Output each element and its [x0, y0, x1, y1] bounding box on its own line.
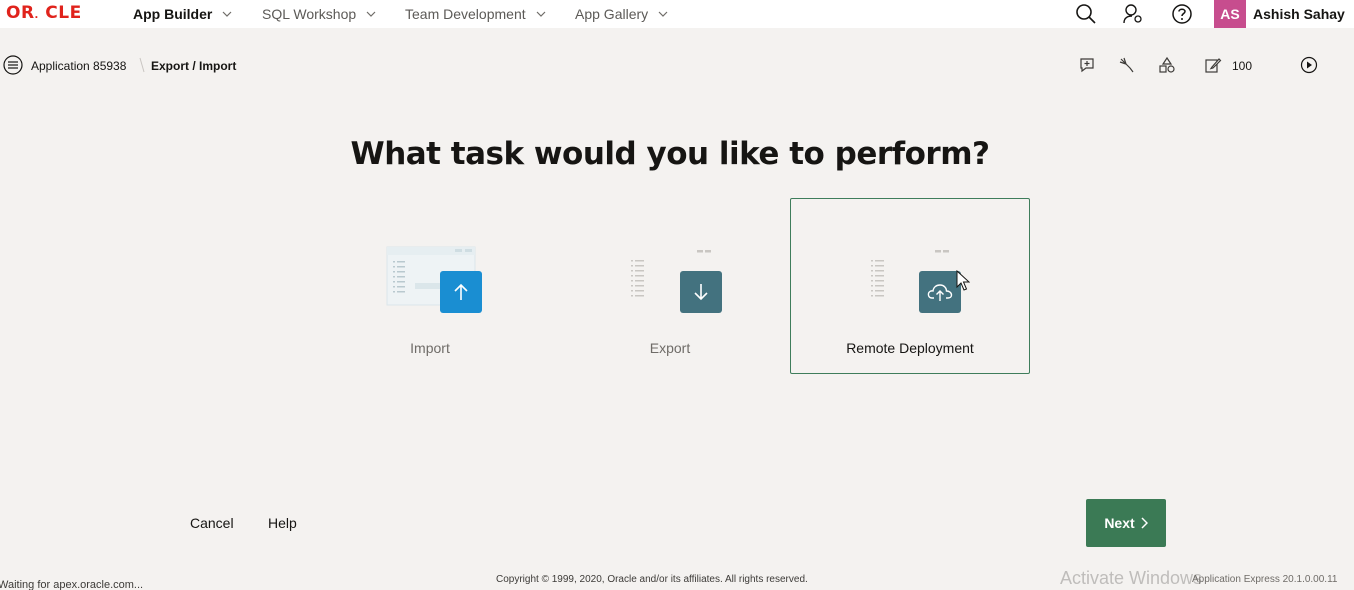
activate-windows-watermark: Activate Windows: [1060, 568, 1203, 588]
browser-status-text: Waiting for apex.oracle.com...: [0, 579, 144, 590]
menu-icon[interactable]: [3, 55, 23, 75]
card-label: Remote Deployment: [846, 340, 974, 356]
run-page-icon[interactable]: [1300, 56, 1318, 74]
nav-app-builder[interactable]: App Builder: [133, 6, 232, 22]
user-settings-icon[interactable]: [1122, 3, 1144, 25]
nav-item-label: App Gallery: [575, 6, 649, 22]
card-label: Export: [649, 340, 691, 356]
nav-item-label: App Builder: [133, 6, 213, 22]
user-name[interactable]: Ashish Sahay: [1253, 6, 1345, 22]
debug-icon[interactable]: [1118, 56, 1136, 74]
card-remote-deployment[interactable]: Remote Deployment: [790, 198, 1030, 374]
nav-item-label: SQL Workshop: [262, 6, 357, 22]
remote-deployment-illustration: [871, 250, 949, 297]
nav-sql-workshop[interactable]: SQL Workshop: [262, 6, 376, 22]
next-button-label: Next: [1104, 515, 1135, 531]
import-illustration: [386, 246, 476, 306]
page-title: What task would you like to perform?: [350, 136, 991, 172]
chevron-down-icon: [222, 11, 232, 17]
mouse-pointer-icon: [956, 270, 970, 291]
card-label: Import: [410, 340, 450, 356]
edit-page-icon[interactable]: [1204, 56, 1222, 74]
cancel-button[interactable]: Cancel: [190, 515, 234, 531]
chevron-down-icon: [366, 11, 376, 17]
help-icon[interactable]: [1171, 3, 1193, 25]
next-button[interactable]: Next: [1086, 499, 1166, 547]
nav-item-label: Team Development: [405, 6, 526, 22]
breadcrumb-separator: [139, 57, 145, 73]
chevron-right-icon: [1141, 517, 1148, 529]
avatar[interactable]: AS: [1214, 0, 1246, 28]
breadcrumb-application[interactable]: Application 85938: [31, 59, 126, 73]
nav-app-gallery[interactable]: App Gallery: [575, 6, 668, 22]
breadcrumb-current: Export / Import: [151, 59, 237, 73]
help-button[interactable]: Help: [268, 515, 297, 531]
page-number[interactable]: 100: [1232, 59, 1252, 73]
nav-team-development[interactable]: Team Development: [405, 6, 546, 22]
top-navigation-bar: OR. CLE App Builder SQL Workshop Team De…: [0, 0, 1354, 28]
export-illustration: [631, 250, 711, 297]
card-import[interactable]: Import: [310, 198, 550, 374]
shared-components-icon[interactable]: [1158, 56, 1176, 74]
upload-arrow-icon: [440, 271, 482, 313]
cloud-upload-icon: [919, 271, 961, 313]
version-text: Application Express 20.1.0.00.11: [1192, 574, 1338, 585]
search-icon[interactable]: [1075, 3, 1097, 25]
feedback-icon[interactable]: [1078, 56, 1096, 74]
chevron-down-icon: [536, 11, 546, 17]
download-arrow-icon: [680, 271, 722, 313]
chevron-down-icon: [658, 11, 668, 17]
card-export[interactable]: Export: [550, 198, 790, 374]
oracle-logo[interactable]: OR. CLE: [6, 3, 82, 23]
copyright-text: Copyright © 1999, 2020, Oracle and/or it…: [496, 574, 808, 585]
